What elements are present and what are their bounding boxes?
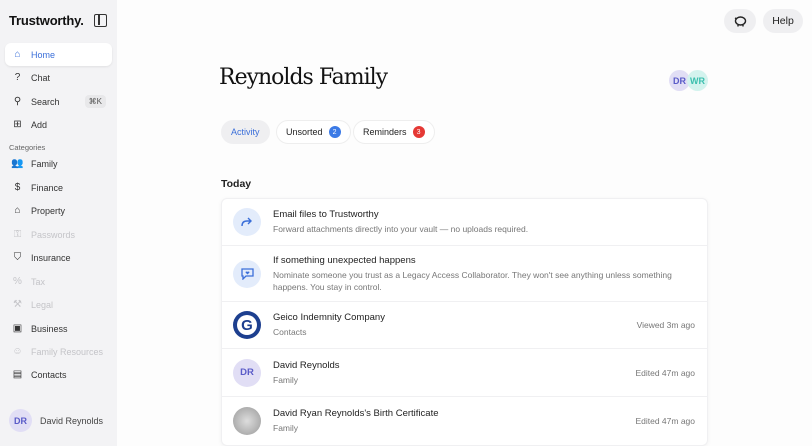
sidebar-item-tax[interactable]: % Tax: [5, 270, 112, 293]
page-title: Reynolds Family: [219, 65, 388, 90]
sidebar-item-label: Contacts: [31, 369, 67, 380]
sidebar-item-property[interactable]: ⌂ Property: [5, 199, 112, 222]
collapse-sidebar-icon[interactable]: [94, 14, 107, 27]
sidebar-item-label: Chat: [31, 72, 51, 83]
sidebar-item-label: Family: [31, 158, 58, 169]
sidebar-item-search[interactable]: ⚲ Search ⌘K: [5, 90, 112, 113]
shield-icon: ⛉: [13, 252, 22, 263]
sidebar-item-label: Search: [31, 96, 60, 107]
list-item[interactable]: If something unexpected happens Nominate …: [222, 246, 707, 302]
shortcut-hint: ⌘K: [84, 95, 106, 108]
sidebar-item-label: Family Resources: [31, 346, 104, 357]
sidebar-item-chat[interactable]: ? Chat: [5, 66, 112, 89]
item-title: Geico Indemnity Company: [273, 312, 385, 323]
avatar: DR: [9, 409, 32, 432]
activity-list: Email files to Trustworthy Forward attach…: [221, 198, 708, 446]
item-timestamp: Edited 47m ago: [635, 416, 695, 426]
section-heading: Today: [221, 178, 252, 190]
help-button[interactable]: Help: [763, 9, 803, 33]
item-subtitle: Family: [273, 374, 299, 385]
contacts-icon: ▤: [12, 369, 23, 380]
sidebar-item-label: Insurance: [31, 252, 71, 263]
sidebar-item-contacts[interactable]: ▤ Contacts: [5, 363, 112, 386]
categories-label: Categories: [9, 143, 46, 152]
home-icon: ⌂: [14, 49, 21, 60]
list-item[interactable]: DR David Reynolds Family Edited 47m ago: [222, 349, 707, 397]
key-icon: ⚿: [13, 229, 22, 240]
property-icon: ⌂: [14, 205, 21, 216]
tab-label: Unsorted: [286, 127, 323, 137]
sidebar: Trustworthy. ⌂ Home? Chat ⚲ Search ⌘K ⊞ Add 👥 Fam…: [0, 0, 117, 446]
count-badge: 2: [328, 126, 341, 138]
sidebar-item-label: Legal: [31, 299, 54, 310]
tab-activity[interactable]: Activity: [221, 120, 270, 144]
sidebar-item-label: Business: [31, 323, 68, 334]
tab-label: Reminders: [363, 127, 407, 137]
brand-logo: Trustworthy.: [9, 13, 84, 28]
sidebar-item-label: Add: [31, 119, 48, 130]
piggy-bank-icon: [734, 16, 747, 27]
sidebar-item-label: Property: [31, 205, 66, 216]
item-subtitle: Family: [273, 423, 299, 433]
tab-unsorted[interactable]: Unsorted 2: [276, 120, 351, 144]
item-title: If something unexpected happens: [273, 254, 416, 266]
person-icon: ☺: [12, 346, 23, 357]
item-title: Email files to Trustworthy: [273, 209, 379, 220]
list-item[interactable]: Email files to Trustworthy Forward attach…: [222, 199, 707, 246]
sidebar-item-label: Home: [31, 49, 56, 60]
sidebar-item-legal[interactable]: ⚒ Legal: [5, 293, 112, 316]
family-members: DR WR: [669, 70, 708, 91]
dollar-icon: $: [14, 182, 21, 193]
document-thumbnail: [233, 407, 261, 435]
user-name: David Reynolds: [40, 415, 104, 426]
list-item[interactable]: David Ryan Reynolds's Birth Certificate F…: [222, 397, 707, 445]
item-title: David Ryan Reynolds's Birth Certificate: [273, 408, 439, 419]
sidebar-item-finance[interactable]: $ Finance: [5, 176, 112, 199]
forward-arrow-icon: [233, 208, 261, 236]
geico-logo: G: [233, 311, 261, 339]
tab-reminders[interactable]: Reminders 3: [353, 120, 435, 144]
item-title: David Reynolds: [273, 359, 340, 371]
search-icon: ⚲: [13, 96, 22, 107]
list-item[interactable]: G Geico Indemnity Company Contacts Viewed…: [222, 302, 707, 349]
sidebar-item-insurance[interactable]: ⛉ Insurance: [5, 246, 112, 269]
piggy-bank-button[interactable]: [724, 9, 756, 33]
count-badge: 3: [412, 126, 425, 138]
item-subtitle: Nominate someone you trust as a Legacy A…: [273, 269, 672, 292]
sidebar-item-label: Tax: [31, 276, 46, 287]
item-timestamp: Viewed 3m ago: [636, 320, 695, 330]
message-heart-icon: [233, 259, 261, 288]
sidebar-item-label: Passwords: [31, 229, 76, 240]
add-icon: ⊞: [13, 119, 22, 130]
briefcase-icon: ▣: [12, 323, 23, 334]
user-profile[interactable]: DR David Reynolds: [9, 409, 103, 432]
item-timestamp: Edited 47m ago: [635, 367, 695, 378]
member-avatar[interactable]: WR: [687, 70, 708, 91]
sidebar-item-passwords[interactable]: ⚿ Passwords: [5, 223, 112, 246]
sidebar-item-family[interactable]: 👥 Family: [5, 152, 112, 175]
gavel-icon: ⚒: [13, 299, 22, 310]
chat-icon: ?: [14, 72, 21, 83]
sidebar-item-home[interactable]: ⌂ Home: [5, 43, 112, 66]
sidebar-item-family-resources[interactable]: ☺ Family Resources: [5, 340, 112, 363]
percent-icon: %: [13, 276, 22, 287]
item-subtitle: Forward attachments directly into your v…: [273, 224, 529, 234]
sidebar-item-label: Finance: [31, 182, 64, 193]
family-icon: 👥: [11, 158, 24, 169]
item-subtitle: Contacts: [273, 327, 307, 337]
sidebar-item-business[interactable]: ▣ Business: [5, 317, 112, 340]
sidebar-item-add[interactable]: ⊞ Add: [5, 113, 112, 136]
tab-label: Activity: [231, 127, 260, 137]
avatar: DR: [233, 358, 261, 387]
